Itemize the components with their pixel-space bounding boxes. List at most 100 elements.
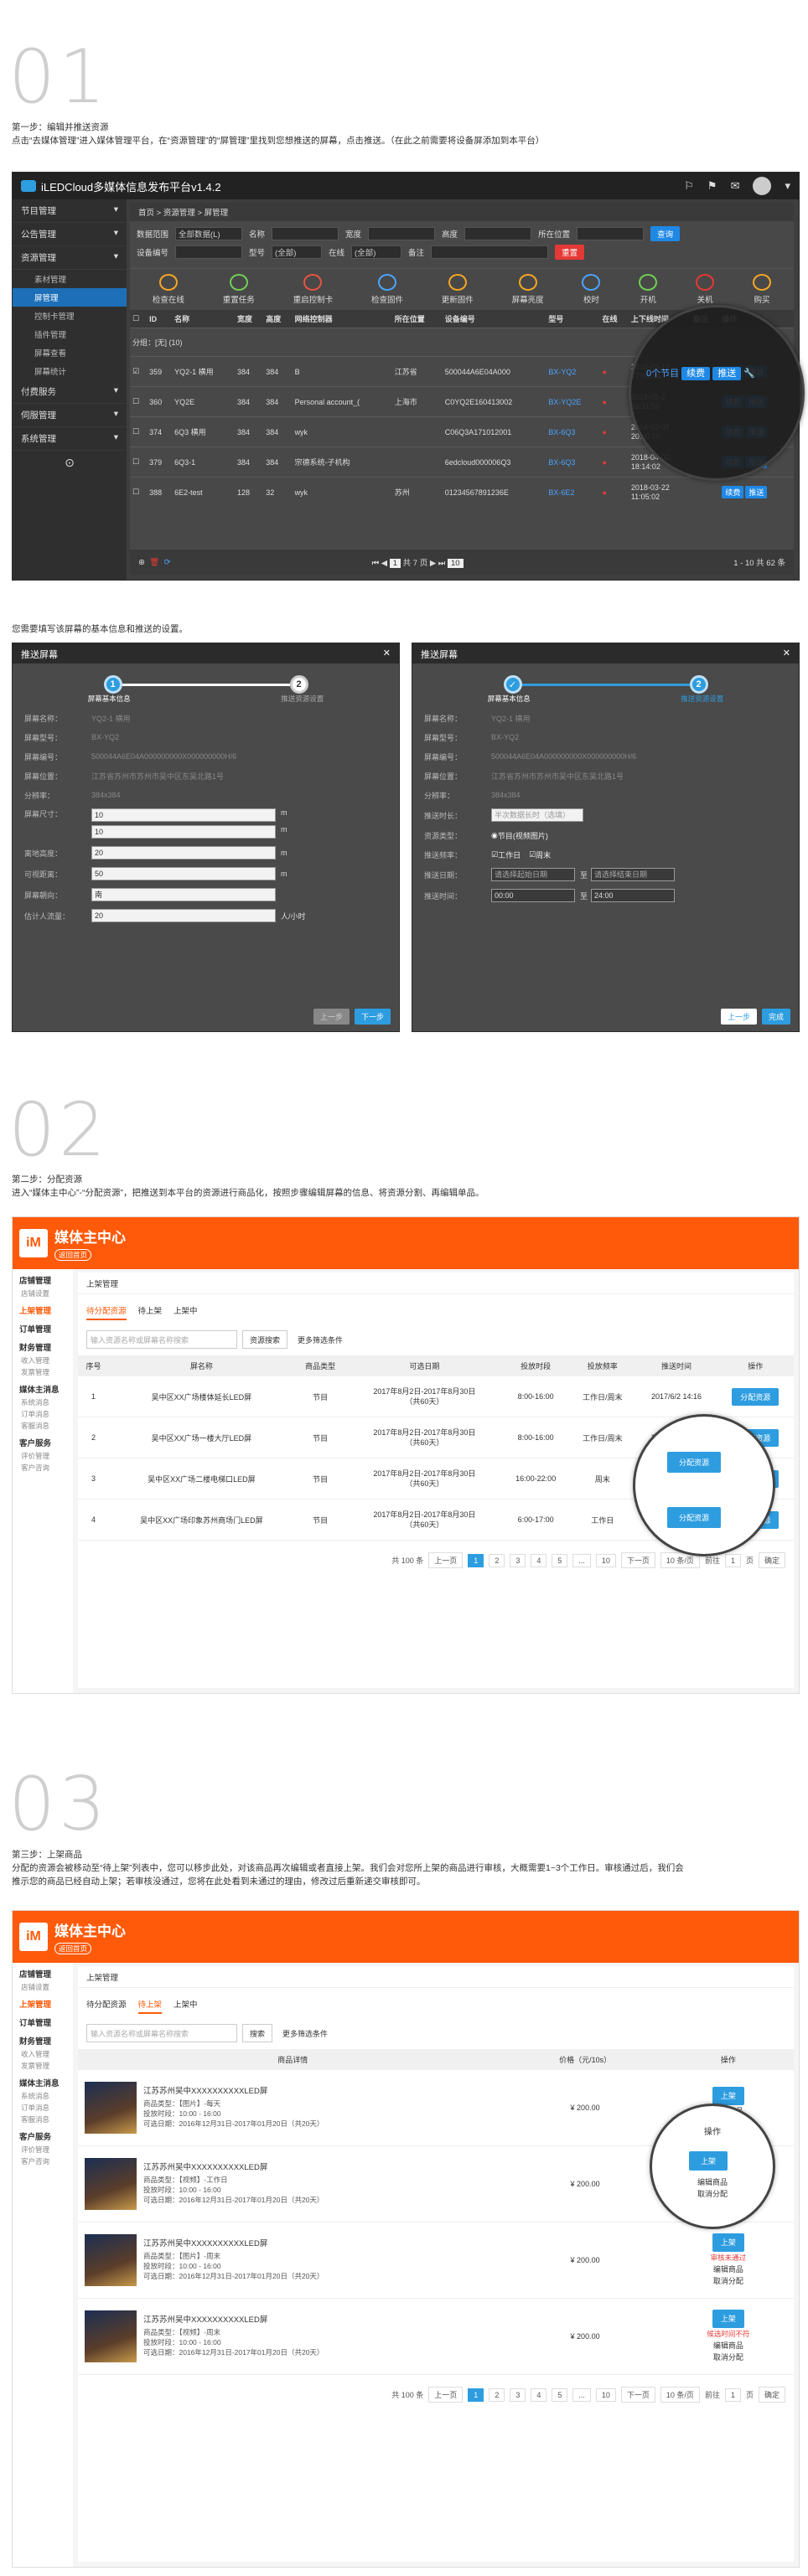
- sidebar-group[interactable]: 系统管理 ▾: [13, 427, 127, 451]
- assign-button[interactable]: 分配资源: [667, 1452, 722, 1473]
- cell-model[interactable]: BX-6Q3: [546, 447, 600, 478]
- sidebar-subitem[interactable]: 订单消息: [13, 2102, 73, 2114]
- sidebar-group[interactable]: 客户服务: [13, 1432, 73, 1450]
- page-number[interactable]: 5: [552, 1553, 568, 1567]
- sidebar-group[interactable]: 客户服务: [13, 2125, 73, 2144]
- sidebar-group[interactable]: 店铺管理: [13, 1963, 73, 1981]
- publish-button[interactable]: 上架: [689, 2151, 728, 2171]
- renew-button[interactable]: 续费: [681, 367, 711, 380]
- toolbar-item[interactable]: 校时: [582, 274, 601, 305]
- tab-item[interactable]: 待分配资源: [86, 1998, 127, 2014]
- more-filters-link[interactable]: 更多筛选条件: [298, 1334, 343, 1345]
- assign-button[interactable]: 分配资源: [732, 1387, 780, 1406]
- sidebar-group[interactable]: 公告管理 ▾: [13, 223, 127, 246]
- sidebar-group[interactable]: 节目管理 ▾: [13, 199, 127, 223]
- flag-icon[interactable]: ⚑: [707, 179, 717, 193]
- tab-item[interactable]: 待上架: [137, 1998, 163, 2014]
- edit-link[interactable]: 编辑商品: [652, 2176, 773, 2187]
- prev-button[interactable]: 上一步: [313, 1009, 350, 1025]
- end-time-input[interactable]: 24:00: [591, 889, 676, 902]
- orientation-input[interactable]: 南: [91, 888, 276, 901]
- cell-model[interactable]: BX-YQ2: [546, 356, 600, 387]
- delete-icon[interactable]: 🗑: [149, 558, 159, 567]
- avatar[interactable]: [753, 177, 772, 195]
- row-checkbox[interactable]: ☐: [130, 447, 148, 478]
- chevron-down-icon[interactable]: ▾: [785, 179, 790, 193]
- cancel-assign-link[interactable]: 取消分配: [666, 2351, 790, 2363]
- duration-input[interactable]: 半次数据长时（选填）: [491, 808, 583, 822]
- page-number[interactable]: 2: [489, 1553, 505, 1567]
- search-input[interactable]: 输入资源名称或屏幕名称搜索: [86, 2024, 237, 2042]
- cancel-assign-link[interactable]: 取消分配: [652, 2188, 773, 2199]
- page-number[interactable]: 3: [510, 2388, 526, 2402]
- sidebar-group[interactable]: 媒体主消息: [13, 2072, 73, 2090]
- sidebar-group[interactable]: 订单管理: [13, 2011, 73, 2030]
- location-input[interactable]: [577, 227, 645, 240]
- tab-item[interactable]: 待分配资源: [86, 1304, 127, 1320]
- refresh-icon[interactable]: ⟳: [164, 558, 171, 567]
- search-input[interactable]: 输入资源名称或屏幕名称搜索: [86, 1330, 237, 1349]
- sidebar-subitem[interactable]: 发票管理: [13, 1366, 73, 1378]
- toolbar-item[interactable]: 开机: [639, 274, 658, 305]
- sidebar-group[interactable]: 资源管理 ▾: [13, 246, 127, 270]
- finish-button[interactable]: 完成: [761, 1009, 790, 1025]
- checkbox-icon[interactable]: ☑: [491, 850, 498, 860]
- page-number[interactable]: 4: [531, 1553, 547, 1567]
- page-number[interactable]: 4: [531, 2388, 547, 2402]
- tab-item[interactable]: 上架中: [174, 1304, 198, 1320]
- sidebar-group[interactable]: 上架管理: [13, 1299, 73, 1318]
- toolbar-item[interactable]: 检查固件: [371, 274, 403, 305]
- sidebar-subitem[interactable]: 屏幕查看: [13, 343, 127, 362]
- mail-icon[interactable]: ✉: [731, 179, 740, 193]
- assign-button[interactable]: 分配资源: [667, 1507, 722, 1528]
- model-select[interactable]: (全部): [272, 245, 323, 259]
- page-size-select[interactable]: 10 条/页: [660, 2387, 700, 2403]
- toolbar-item[interactable]: 更新固件: [442, 274, 474, 305]
- sidebar-subitem[interactable]: 素材管理: [13, 270, 127, 288]
- more-filters-link[interactable]: 更多筛选条件: [282, 2028, 328, 2039]
- query-button[interactable]: 查询: [650, 226, 681, 241]
- cell-model[interactable]: BX-YQ2E: [546, 386, 600, 417]
- add-icon[interactable]: ⊕: [138, 558, 145, 567]
- sidebar-subitem[interactable]: 控制卡管理: [13, 307, 127, 325]
- sidebar-subitem[interactable]: 评价管理: [13, 1450, 73, 1462]
- prev-button[interactable]: 上一步: [720, 1009, 757, 1025]
- next-page-button[interactable]: 下一页: [620, 1552, 655, 1568]
- toolbar-item[interactable]: 屏幕亮度: [512, 274, 544, 305]
- cancel-assign-link[interactable]: 取消分配: [666, 2275, 790, 2287]
- search-button[interactable]: 搜索: [242, 2024, 273, 2042]
- network-icon[interactable]: ⚐: [684, 179, 694, 193]
- sidebar-subitem[interactable]: 插件管理: [13, 325, 127, 343]
- width-input[interactable]: 10: [91, 808, 276, 822]
- renew-button[interactable]: 续费: [722, 486, 744, 498]
- sidebar-subitem[interactable]: 收入管理: [13, 1355, 73, 1366]
- toolbar-item[interactable]: 重置任务: [223, 274, 255, 305]
- row-checkbox[interactable]: ☑: [130, 356, 148, 387]
- radio-icon[interactable]: ◉: [491, 831, 498, 840]
- sidebar-group[interactable]: 财务管理: [13, 2030, 73, 2048]
- row-checkbox[interactable]: ☐: [130, 416, 148, 447]
- close-icon[interactable]: ✕: [783, 648, 790, 659]
- cell-model[interactable]: BX-6Q3: [546, 416, 600, 447]
- device-input[interactable]: [175, 245, 243, 259]
- sidebar-subitem[interactable]: 客户咨询: [13, 2155, 73, 2167]
- page-jump-input[interactable]: 1: [724, 1553, 741, 1567]
- publish-button[interactable]: 上架: [712, 2310, 744, 2328]
- sidebar-subitem[interactable]: 屏管理: [13, 288, 127, 307]
- view-distance-input[interactable]: 50: [91, 867, 276, 880]
- row-checkbox[interactable]: ☐: [130, 386, 148, 417]
- next-button[interactable]: 下一步: [354, 1009, 391, 1025]
- reset-button[interactable]: 重置: [555, 245, 585, 260]
- toolbar-item[interactable]: 购买: [752, 274, 771, 305]
- traffic-input[interactable]: 20: [91, 909, 276, 922]
- push-button[interactable]: 推送: [745, 486, 768, 498]
- prev-page-button[interactable]: 上一页: [428, 2387, 464, 2403]
- edit-link[interactable]: 编辑商品: [666, 2340, 790, 2351]
- page-jump-input[interactable]: 1: [724, 2388, 741, 2402]
- ground-height-input[interactable]: 20: [91, 846, 276, 860]
- sidebar-subitem[interactable]: 系统消息: [13, 2090, 73, 2102]
- scope-select[interactable]: 全部数据(L): [175, 227, 243, 240]
- page-number[interactable]: ...: [572, 1553, 591, 1567]
- sidebar-group[interactable]: 财务管理: [13, 1336, 73, 1355]
- sidebar-group[interactable]: 付费服务 ▾: [13, 380, 127, 404]
